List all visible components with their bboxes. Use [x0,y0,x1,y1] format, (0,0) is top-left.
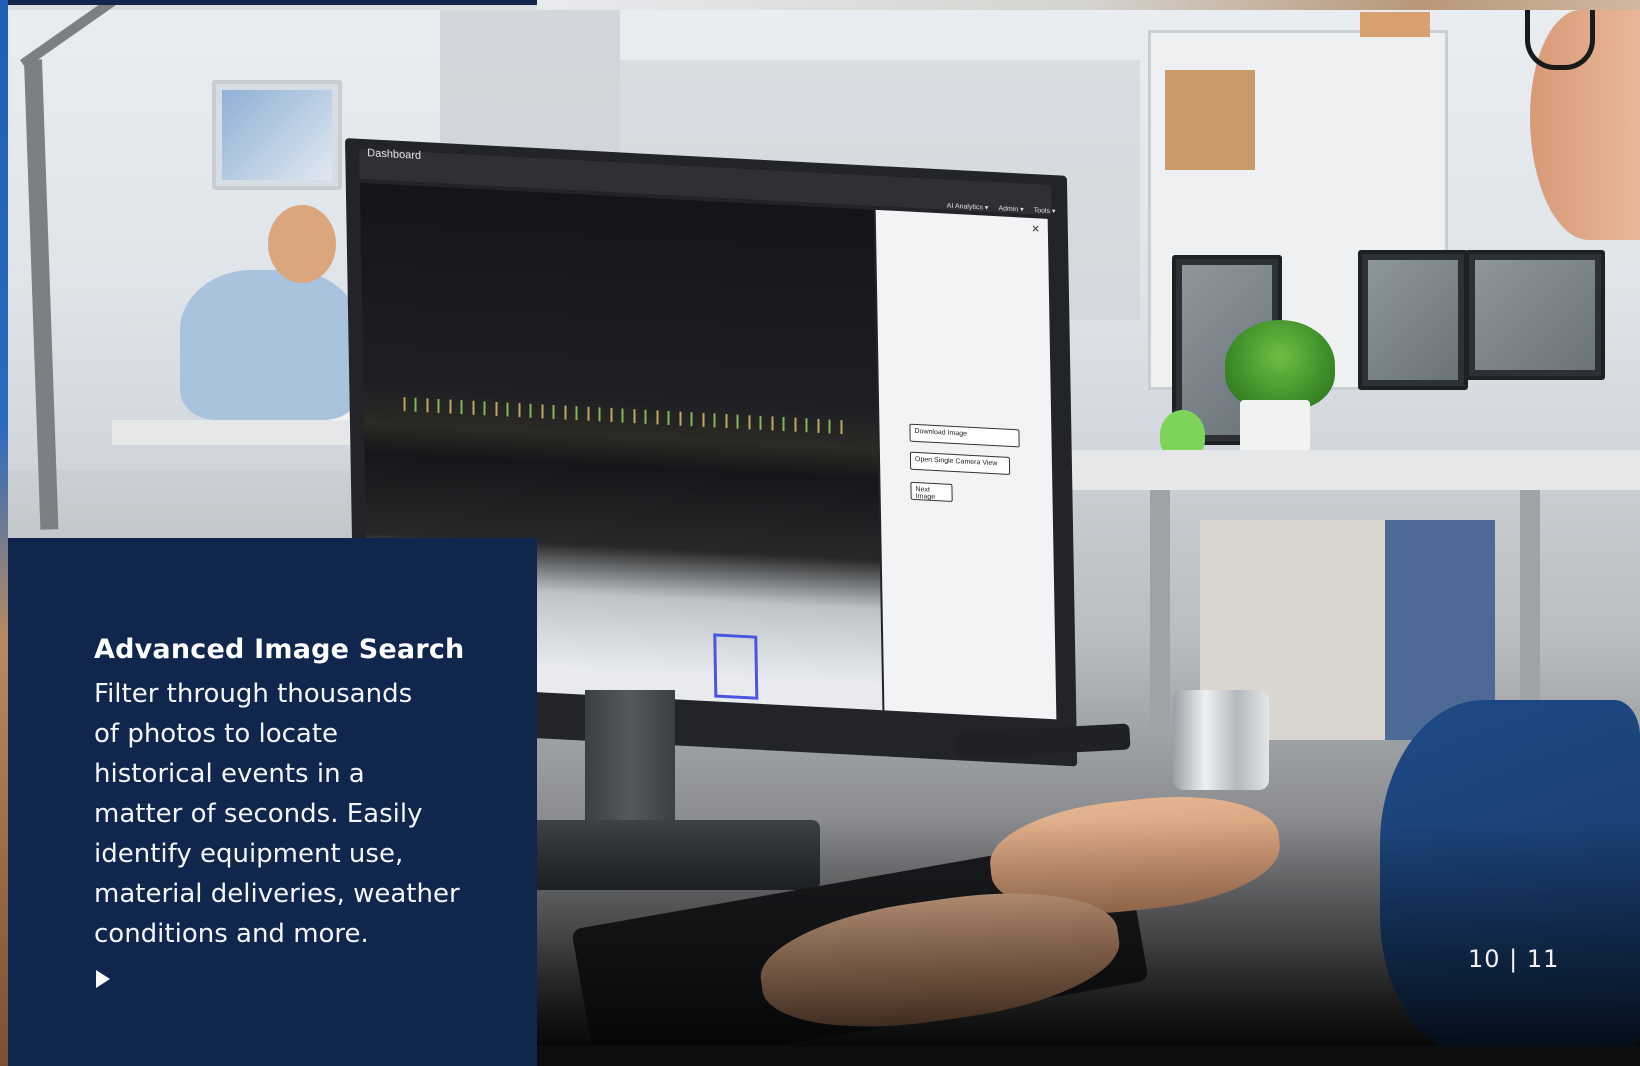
metal-part [1173,690,1269,790]
description-line: matter of seconds. Easily [94,799,423,829]
left-edge-strip [0,0,8,1066]
description-line: historical events in a [94,759,365,789]
background-desk [1040,450,1640,490]
top-strip-photo [537,0,1640,10]
screen-side-panel: ✕ Download Image Open Single Camera View… [875,209,1057,720]
plant-icon [1225,320,1335,410]
top-strip [0,0,537,5]
play-arrow-icon[interactable] [96,970,110,988]
screen-menu-item: Tools ▾ [1033,207,1056,216]
screen-menu-item: Admin ▾ [998,205,1024,214]
feature-title: Advanced Image Search [94,634,465,665]
background-monitor [1465,250,1605,380]
feature-description: Filter through thousands of photos to lo… [94,674,494,954]
city-lights [403,397,844,435]
background-desk [112,420,372,445]
next-image-button: Next Image [910,481,953,502]
brochure-page: Dashboard AI Analytics ▾ Admin ▾ Tools ▾… [0,0,1640,1066]
feature-card: Advanced Image Search Filter through tho… [8,538,537,1066]
glasses-icon [1525,10,1595,70]
background-box [1360,12,1430,37]
description-line: identify equipment use, [94,839,404,869]
download-image-button: Download Image [909,423,1020,448]
description-line: conditions and more. [94,919,369,949]
description-line: of photos to locate [94,719,339,749]
monitor-stand [585,690,675,840]
panel-details [889,259,1009,265]
desk-leg [1520,490,1540,730]
background-person-head [268,205,336,283]
close-icon: ✕ [1031,224,1040,236]
open-single-camera-view-button: Open Single Camera View [909,451,1011,475]
description-line: material deliveries, weather [94,879,460,909]
page-numbers: 10 | 11 [1468,945,1560,973]
background-monitor [1358,250,1468,390]
description-line: Filter through thousands [94,679,413,709]
background-box [1165,70,1255,170]
detection-box [713,633,759,700]
background-person [180,270,360,420]
desk-leg [1150,490,1170,730]
background-monitor [212,80,342,190]
